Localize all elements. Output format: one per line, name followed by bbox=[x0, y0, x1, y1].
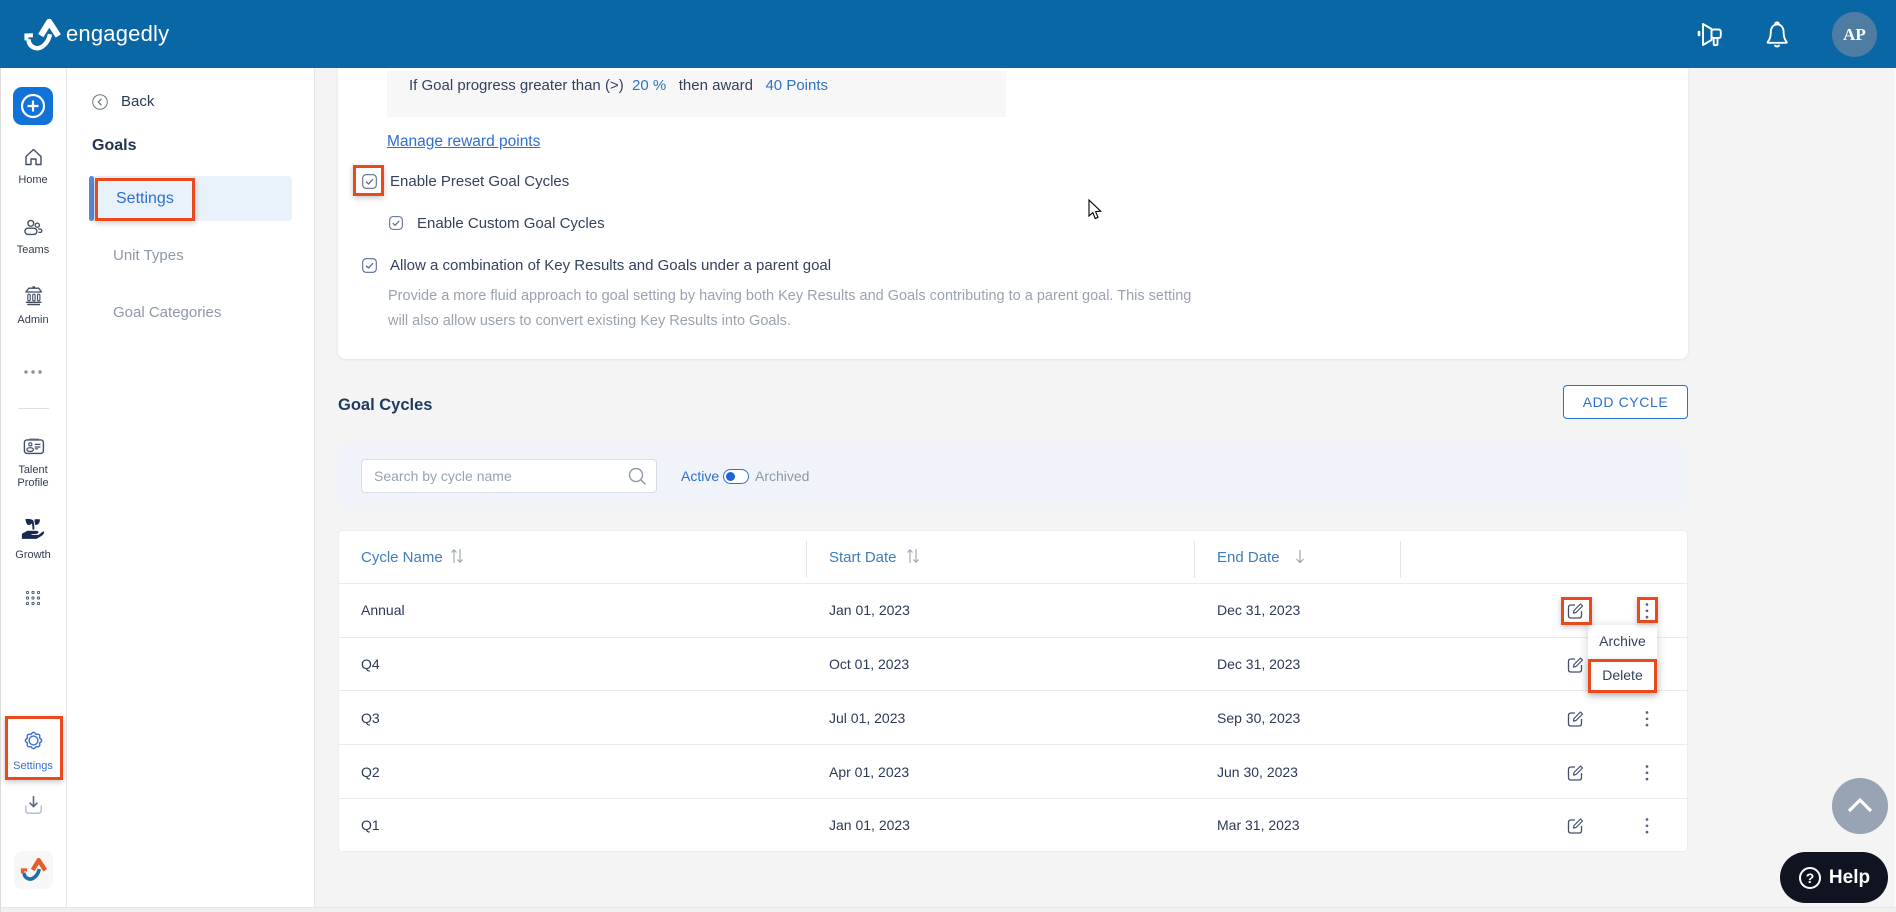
svg-text:?: ? bbox=[1806, 870, 1815, 886]
